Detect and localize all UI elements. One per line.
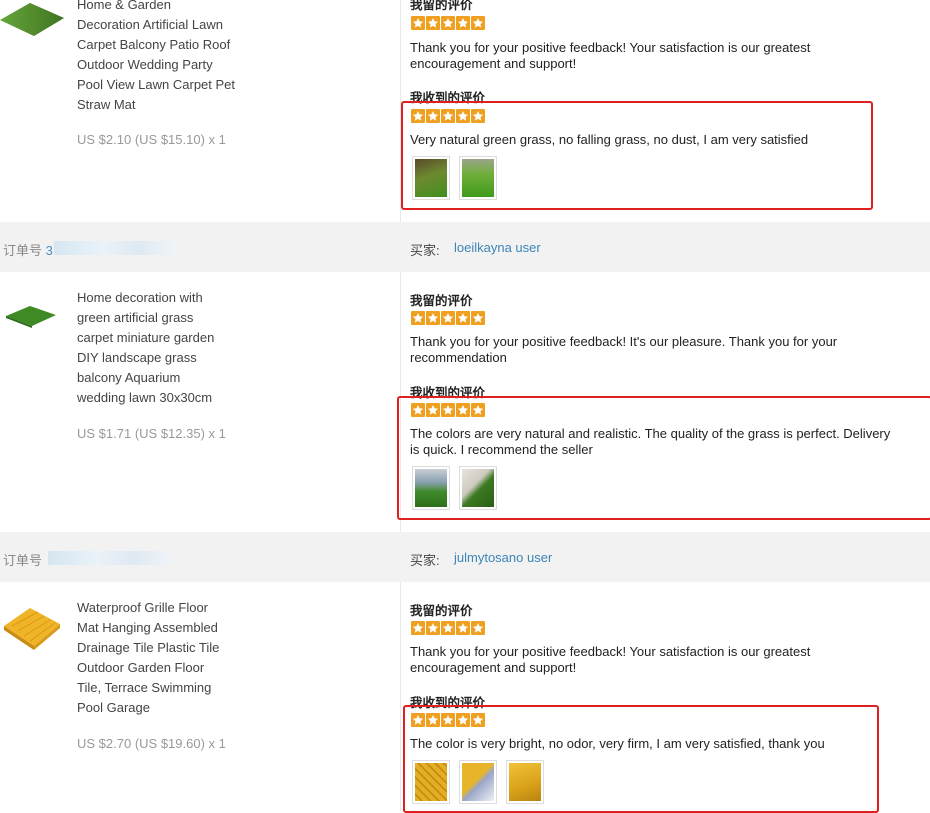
title-line: Outdoor Wedding Party: [77, 57, 213, 72]
order-1: Home & Garden Decoration Artificial Lawn…: [0, 0, 930, 222]
buyer-label: 买家:: [410, 243, 440, 258]
product-price-3: US $2.70 (US $19.60) x 1: [77, 736, 226, 751]
title-line: balcony Aquarium: [77, 370, 181, 385]
title-line: Outdoor Garden Floor: [77, 660, 205, 675]
title-line: DIY landscape grass: [77, 350, 197, 365]
star-icon: [426, 16, 440, 30]
title-line: Pool Garage: [77, 700, 150, 715]
product-thumbnail-2[interactable]: [0, 300, 64, 356]
order-number-label: 订单号: [3, 553, 43, 568]
order-2: Home decoration with green artificial gr…: [0, 272, 930, 532]
column-divider: [400, 582, 401, 811]
title-line: Waterproof Grille Floor: [77, 600, 208, 615]
my-review-text: Thank you for your positive feedback! It…: [410, 334, 837, 366]
product-thumbnail-3[interactable]: [0, 604, 64, 660]
title-line: Home & Garden: [77, 0, 171, 12]
star-icon: [426, 311, 440, 325]
redacted-order-number: [48, 551, 171, 565]
redacted-order-number: [54, 241, 175, 255]
buyer-name-link[interactable]: loeilkayna user: [454, 240, 541, 255]
my-review-stars: [411, 311, 485, 325]
star-icon: [456, 621, 470, 635]
text-line: recommendation: [410, 350, 507, 365]
title-line: Straw Mat: [77, 97, 136, 112]
buyer-label: 买家:: [410, 553, 440, 568]
title-line: Mat Hanging Assembled: [77, 620, 218, 635]
product-price-2: US $1.71 (US $12.35) x 1: [77, 426, 226, 441]
my-review-label: 我留的评价: [410, 0, 473, 12]
star-icon: [426, 621, 440, 635]
buyer-name-link[interactable]: julmytosano user: [454, 550, 552, 565]
order-header-3: 订单号 买家: julmytosano user: [0, 532, 930, 582]
star-icon: [411, 16, 425, 30]
grass-tile-image: [6, 306, 56, 328]
order-number: 订单号 3: [3, 240, 53, 259]
product-title-1[interactable]: Home & Garden Decoration Artificial Lawn…: [77, 0, 257, 115]
my-review-label: 我留的评价: [410, 604, 473, 618]
star-icon: [441, 16, 455, 30]
title-line: green artificial grass: [77, 310, 194, 325]
highlight-box: [397, 396, 930, 520]
order-number-label: 订单号: [3, 243, 43, 258]
title-line: carpet miniature garden: [77, 330, 215, 345]
highlight-box: [401, 101, 873, 210]
star-icon: [456, 16, 470, 30]
order-3: Waterproof Grille Floor Mat Hanging Asse…: [0, 582, 930, 813]
product-title-3[interactable]: Waterproof Grille Floor Mat Hanging Asse…: [77, 598, 257, 718]
star-icon: [471, 311, 485, 325]
my-review-text: Thank you for your positive feedback! Yo…: [410, 644, 810, 676]
order-header-2: 订单号 3 买家: loeilkayna user: [0, 222, 930, 272]
title-line: Tile, Terrace Swimming: [77, 680, 212, 695]
my-review-stars: [411, 621, 485, 635]
highlight-box: [403, 705, 879, 813]
star-icon: [456, 311, 470, 325]
star-icon: [471, 621, 485, 635]
star-icon: [471, 16, 485, 30]
title-line: Decoration Artificial Lawn: [77, 17, 223, 32]
text-line: Thank you for your positive feedback! Yo…: [410, 40, 811, 55]
star-icon: [411, 311, 425, 325]
star-icon: [411, 621, 425, 635]
title-line: Drainage Tile Plastic Tile: [77, 640, 220, 655]
title-line: wedding lawn 30x30cm: [77, 390, 213, 405]
title-line: Pool View Lawn Carpet Pet: [77, 77, 236, 92]
star-icon: [441, 311, 455, 325]
my-review-stars: [411, 16, 485, 30]
text-line: encouragement and support!: [410, 660, 577, 675]
text-line: Thank you for your positive feedback! It…: [410, 334, 838, 349]
yellow-tile-image: [4, 608, 60, 650]
text-line: Thank you for your positive feedback! Yo…: [410, 644, 811, 659]
my-review-text: Thank you for your positive feedback! Yo…: [410, 40, 810, 72]
product-thumbnail-1[interactable]: [0, 0, 64, 56]
star-icon: [441, 621, 455, 635]
grass-mat-image: [0, 3, 64, 36]
my-review-label: 我留的评价: [410, 294, 473, 308]
title-line: Home decoration with: [77, 290, 203, 305]
product-title-2[interactable]: Home decoration with green artificial gr…: [77, 288, 257, 408]
text-line: encouragement and support!: [410, 56, 577, 71]
order-number-value[interactable]: 3: [46, 243, 53, 258]
product-price-1: US $2.10 (US $15.10) x 1: [77, 132, 226, 147]
order-number: 订单号: [3, 550, 42, 569]
title-line: Carpet Balcony Patio Roof: [77, 37, 231, 52]
